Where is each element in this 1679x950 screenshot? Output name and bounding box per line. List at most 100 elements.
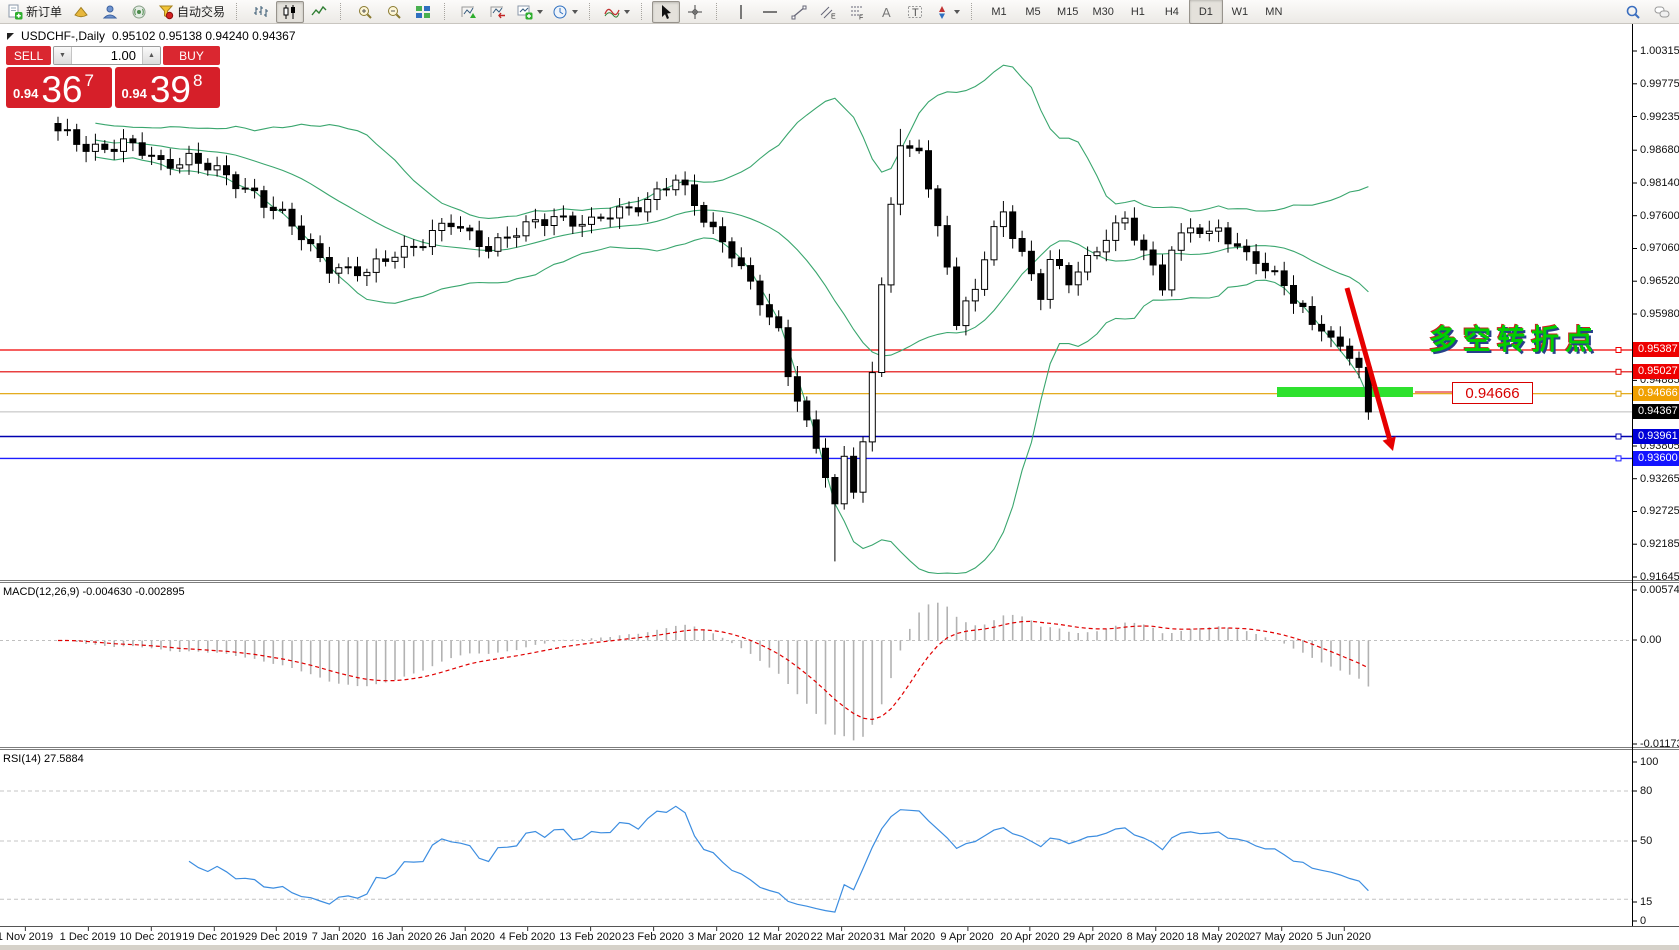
timeframe-button-m5[interactable]: M5: [1016, 0, 1050, 24]
turning-point-annotation: 多空转折点: [1429, 318, 1599, 358]
toolbar-separator: [971, 3, 977, 20]
sell-price-display[interactable]: 0.94367: [6, 67, 112, 108]
sell-price-pip: 7: [84, 71, 93, 91]
crosshair-button[interactable]: [681, 1, 709, 23]
timeframe-button-m1[interactable]: M1: [982, 0, 1016, 24]
axis-label: 0.00: [1640, 633, 1661, 647]
zoom-in-button[interactable]: [351, 1, 379, 23]
sell-button[interactable]: SELL: [6, 46, 51, 65]
clock-icon: [552, 4, 568, 20]
zoom-out-button[interactable]: [380, 1, 408, 23]
axis-label: 0.005744: [1640, 583, 1679, 597]
timeframe-button-h1[interactable]: H1: [1121, 0, 1155, 24]
symbol-period-label: USDCHF-,Daily: [21, 29, 105, 43]
axis-label: 0.92725: [1640, 504, 1679, 518]
new-order-button[interactable]: 新订单: [3, 1, 66, 23]
auto-trading-label: 自动交易: [177, 3, 225, 20]
arrows-tool-button[interactable]: [930, 1, 964, 23]
buy-price-display[interactable]: 0.94398: [115, 67, 221, 108]
tile-windows-button[interactable]: [409, 1, 437, 23]
price-chart[interactable]: [0, 24, 1679, 950]
date-label: 22 Mar 2020: [811, 931, 873, 943]
chart-shift-icon: [490, 4, 506, 20]
auto-scroll-icon: [461, 4, 477, 20]
text-tool-button[interactable]: A: [872, 1, 900, 23]
charts-profile-button[interactable]: [67, 1, 95, 23]
search-button[interactable]: [1619, 1, 1647, 23]
signals-button[interactable]: [125, 1, 153, 23]
line-chart-icon: [311, 4, 327, 20]
buy-button[interactable]: BUY: [163, 46, 220, 65]
price-badge: 0.93961: [1633, 429, 1679, 444]
horizontal-line-icon: [762, 4, 778, 20]
date-label: 18 May 2020: [1186, 931, 1250, 943]
timeframe-button-w1[interactable]: W1: [1223, 0, 1257, 24]
date-label: 16 Jan 2020: [372, 931, 433, 943]
cursor-button[interactable]: [652, 1, 680, 23]
trendline-icon: [791, 4, 807, 20]
price-axis: 1.003150.997750.992350.986800.981400.976…: [1633, 24, 1679, 926]
toolbar: 新订单 自动交易: [0, 0, 1679, 24]
timeframe-button-m30[interactable]: M30: [1085, 0, 1120, 24]
label-tool-icon: T: [907, 4, 923, 20]
timeframe-button-mn[interactable]: MN: [1257, 0, 1291, 24]
volume-input[interactable]: 1.00: [72, 47, 142, 64]
arrows-tool-icon: [934, 4, 950, 20]
timeframe-button-d1[interactable]: D1: [1189, 0, 1223, 24]
rsi-indicator-label: RSI(14) 27.5884: [3, 753, 84, 765]
equidistant-channel-icon: E: [820, 4, 836, 20]
chart-shift-button[interactable]: [484, 1, 512, 23]
collapse-triangle-icon[interactable]: [7, 33, 14, 40]
horizontal-line-button[interactable]: [756, 1, 784, 23]
date-label: 13 Feb 2020: [559, 931, 621, 943]
date-label: 10 Dec 2019: [119, 931, 181, 943]
channel-button[interactable]: E: [814, 1, 842, 23]
toolbar-separator: [716, 3, 722, 20]
date-label: 5 Jun 2020: [1317, 931, 1371, 943]
date-label: 19 Dec 2019: [182, 931, 244, 943]
fibonacci-button[interactable]: F: [843, 1, 871, 23]
new-chart-button[interactable]: [513, 1, 547, 23]
svg-text:T: T: [912, 7, 919, 19]
auto-trading-button[interactable]: 自动交易: [154, 1, 229, 23]
candlestick-chart-button[interactable]: [276, 1, 304, 23]
date-label: 3 Mar 2020: [688, 931, 744, 943]
volume-stepper[interactable]: ▼ 1.00 ▲: [53, 46, 161, 65]
price-badge: 0.95387: [1633, 342, 1679, 357]
chart-window[interactable]: USDCHF-,Daily 0.95102 0.95138 0.94240 0.…: [0, 24, 1679, 950]
axis-label: 50: [1640, 834, 1652, 848]
timeframe-button-m15[interactable]: M15: [1050, 0, 1085, 24]
axis-label: -0.011738: [1640, 737, 1679, 751]
trendline-button[interactable]: [785, 1, 813, 23]
axis-label: 0.91645: [1640, 570, 1679, 584]
bar-chart-button[interactable]: [247, 1, 275, 23]
periods-button[interactable]: [548, 1, 582, 23]
axis-label: 0.99235: [1640, 110, 1679, 124]
chat-icon: [1654, 4, 1670, 20]
label-tool-button[interactable]: T: [901, 1, 929, 23]
indicators-button[interactable]: [600, 1, 634, 23]
timeframe-button-h4[interactable]: H4: [1155, 0, 1189, 24]
toolbar-separator: [641, 3, 647, 20]
market-watch-button[interactable]: [96, 1, 124, 23]
data-window-icon: [102, 4, 118, 20]
text-tool-icon: A: [878, 4, 894, 20]
axis-label: 0.97600: [1640, 209, 1679, 223]
volume-decrease-button[interactable]: ▼: [54, 47, 72, 64]
chat-button[interactable]: [1648, 1, 1676, 23]
tile-windows-icon: [415, 4, 431, 20]
chevron-down-icon: [537, 10, 543, 14]
mt4-window: 新订单 自动交易: [0, 0, 1679, 950]
axis-label: 80: [1640, 784, 1652, 798]
spinner-down-icon: ▼: [59, 52, 66, 59]
vertical-line-button[interactable]: [727, 1, 755, 23]
price-badge: 0.93600: [1633, 451, 1679, 466]
volume-increase-button[interactable]: ▲: [142, 47, 160, 64]
auto-scroll-button[interactable]: [455, 1, 483, 23]
profile-icon: [73, 4, 89, 20]
line-chart-button[interactable]: [305, 1, 333, 23]
new-chart-icon: [517, 4, 533, 20]
axis-label: 0.97060: [1640, 241, 1679, 255]
svg-text:A: A: [882, 5, 891, 20]
axis-label: 0.96520: [1640, 274, 1679, 288]
